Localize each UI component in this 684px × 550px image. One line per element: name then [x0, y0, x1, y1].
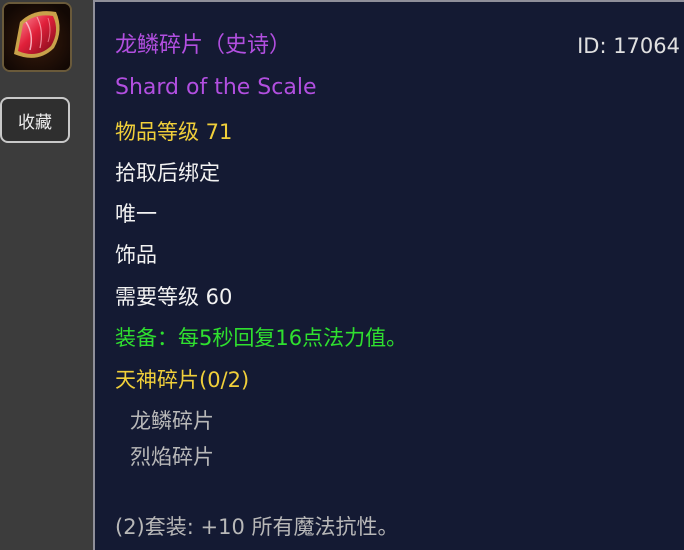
- item-name-en: Shard of the Scale: [115, 75, 317, 100]
- slot-text: 饰品: [115, 243, 157, 267]
- set-piece: 龙鳞碎片: [130, 409, 214, 433]
- equip-effect: 装备：每5秒回复16点法力值。: [115, 326, 408, 350]
- dragon-scale-shard-icon[interactable]: [2, 2, 72, 72]
- item-level: 物品等级 71: [115, 120, 233, 144]
- left-panel: 收藏: [0, 0, 93, 550]
- shard-icon-art: [4, 4, 70, 70]
- required-level: 需要等级 60: [115, 285, 233, 309]
- unique-text: 唯一: [115, 202, 157, 226]
- collect-button[interactable]: 收藏: [0, 97, 70, 143]
- set-name: 天神碎片(0/2): [115, 368, 250, 392]
- tooltip-panel: 龙鳞碎片（史诗） ID: 17064 Shard of the Scale 物品…: [93, 0, 684, 550]
- item-tooltip-screen: 收藏 龙鳞碎片（史诗） ID: 17064 Shard of the Scale…: [0, 0, 684, 550]
- set-bonus: (2)套装: +10 所有魔法抗性。: [115, 515, 399, 539]
- binding-text: 拾取后绑定: [115, 161, 220, 185]
- set-piece: 烈焰碎片: [130, 445, 214, 469]
- item-id: ID: 17064: [577, 34, 680, 58]
- item-name-cn: 龙鳞碎片（史诗）: [115, 33, 292, 58]
